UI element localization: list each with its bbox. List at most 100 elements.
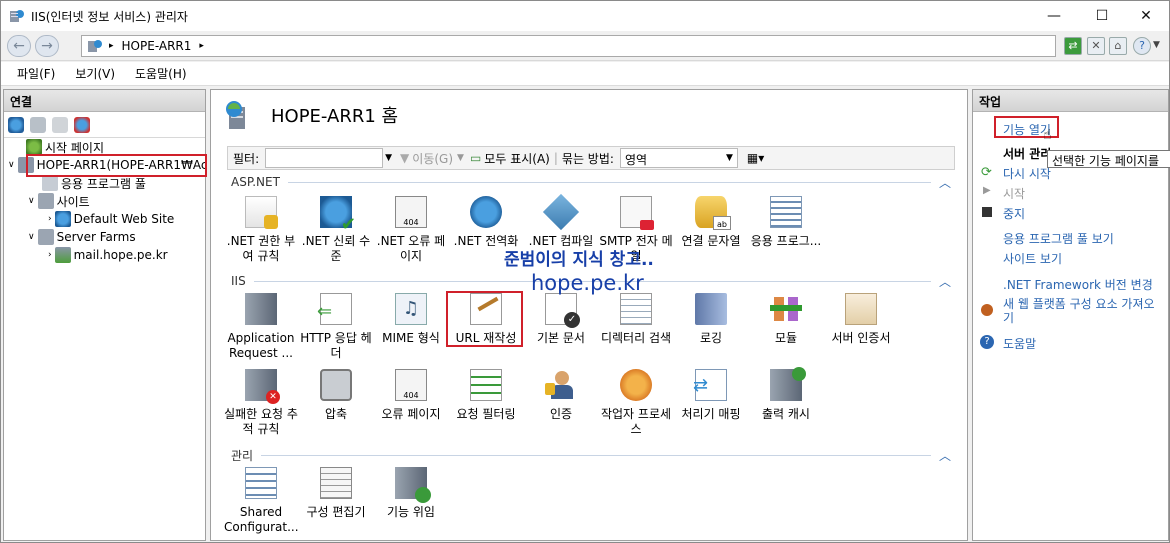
up-icon[interactable] [52, 116, 68, 133]
authentication-icon [545, 369, 577, 401]
certificate-icon [845, 293, 877, 325]
address-chevron-icon[interactable]: ▸ [199, 41, 204, 51]
connect-icon[interactable] [8, 116, 24, 133]
stop-icon[interactable]: ✕ [1087, 37, 1105, 55]
highlight-url-rewrite [446, 291, 523, 347]
refresh-icon[interactable]: ⇄ [1064, 37, 1082, 55]
feature-handler-mappings[interactable]: ⇄ 처리기 매핑 [674, 369, 748, 422]
filter-dropdown-icon[interactable]: ▼ [385, 153, 392, 163]
stop-icon [982, 207, 992, 217]
feature-request-filtering[interactable]: 요청 필터링 [449, 369, 523, 422]
tooltip: 선택한 기능 페이지를 [1047, 150, 1170, 168]
tree-item-mail-farm[interactable]: › mail.hope.pe.kr [48, 246, 168, 264]
feature-configuration-editor[interactable]: 구성 편집기 [299, 467, 373, 520]
restart-link[interactable]: 다시 시작 [1003, 165, 1051, 182]
tree-item-default-site[interactable]: › Default Web Site [48, 210, 174, 228]
config-editor-icon [320, 467, 352, 499]
feature-worker-processes[interactable]: 작업자 프로세스 [599, 369, 673, 437]
feature-arr[interactable]: Application Request ... [224, 293, 298, 361]
connections-toolbar [4, 112, 205, 138]
sites-icon [37, 193, 54, 209]
globe-icon [54, 211, 71, 227]
feature-shared-configuration[interactable]: Shared Configurat... [224, 467, 299, 535]
menu-file[interactable]: 파일(F) [17, 65, 55, 82]
disconnect-icon[interactable] [74, 116, 90, 133]
start-icon: ▶ [983, 185, 991, 196]
collapse-section-icon[interactable]: ︿ [939, 273, 951, 290]
help-dropdown-icon[interactable]: ▼ [1153, 40, 1160, 50]
maximize-button[interactable]: ☐ [1079, 1, 1125, 31]
error-404-icon: 404 [395, 369, 427, 401]
lock-document-icon [245, 196, 278, 229]
expand-icon[interactable]: › [48, 214, 52, 224]
menu-view[interactable]: 보기(V) [75, 65, 115, 82]
menu-help[interactable]: 도움말(H) [135, 65, 187, 82]
address-bar: ← → ▸ HOPE-ARR1 ▸ ⇄ ✕ ⌂ ? ▼ [1, 31, 1169, 61]
view-sites-link[interactable]: 사이트 보기 [1003, 250, 1062, 267]
address-path[interactable]: HOPE-ARR1 [122, 39, 192, 53]
get-components-link[interactable]: 새 웹 플랫폼 구성 요소 가져오기 [1003, 297, 1163, 325]
save-icon[interactable] [30, 116, 46, 133]
feature-mime-types[interactable]: ♫ MIME 형식 [374, 293, 448, 346]
group-dropdown-icon[interactable]: ▼ [726, 153, 733, 163]
home-icon[interactable]: ⌂ [1109, 37, 1127, 55]
feature-net-compilation[interactable]: .NET 컴파일 [524, 193, 598, 249]
feature-compression[interactable]: 압축 [299, 369, 373, 422]
address-separator-icon: ▸ [109, 41, 114, 51]
tree-item-sites[interactable]: ∨ 사이트 [28, 192, 90, 210]
feature-modules[interactable]: 모듈 [749, 293, 823, 346]
view-app-pools-link[interactable]: 응용 프로그램 풀 보기 [1003, 230, 1114, 247]
server-icon [88, 40, 102, 52]
expand-icon[interactable]: › [48, 250, 52, 260]
feature-delegation[interactable]: 기능 위임 [374, 467, 448, 520]
feature-net-globalization[interactable]: .NET 전역화 [449, 196, 523, 249]
content-header: HOPE-ARR1 홈 [211, 90, 967, 140]
mime-icon: ♫ [395, 293, 427, 325]
feature-failed-request-tracing[interactable]: ✕ 실패한 요청 추적 규칙 [224, 369, 298, 437]
start-link[interactable]: 시작 [1003, 185, 1025, 202]
tree-item-server-farms[interactable]: ∨ Server Farms [28, 228, 136, 246]
feature-logging[interactable]: 로깅 [674, 293, 748, 346]
stop-link[interactable]: 중지 [1003, 205, 1025, 222]
collapse-icon[interactable]: ∨ [28, 196, 35, 206]
go-button[interactable]: 이동(G) [412, 150, 453, 167]
feature-default-document[interactable]: ✓ 기본 문서 [524, 293, 598, 346]
collapse-icon[interactable]: ∨ [8, 160, 15, 170]
feature-server-certificates[interactable]: 서버 인증서 [824, 293, 898, 346]
close-button[interactable]: ✕ [1123, 1, 1169, 31]
back-button[interactable]: ← [7, 35, 31, 57]
feature-error-pages[interactable]: 404 오류 페이지 [374, 369, 448, 422]
collapse-section-icon[interactable]: ︿ [939, 447, 951, 464]
response-headers-icon: ⇐ [317, 293, 352, 325]
help-icon[interactable]: ? [1133, 37, 1151, 55]
feature-net-error-pages[interactable]: 404 .NET 오류 페이지 [374, 196, 448, 264]
filter-input[interactable] [265, 148, 384, 168]
collapse-icon[interactable]: ∨ [28, 232, 35, 242]
feature-output-caching[interactable]: 출력 캐시 [749, 367, 823, 422]
feature-directory-browsing[interactable]: 디렉터리 검색 [599, 293, 673, 346]
compression-icon [320, 369, 352, 401]
group-by-select[interactable]: 영역 [619, 148, 738, 168]
actions-header: 작업 [973, 90, 1168, 112]
collapse-section-icon[interactable]: ︿ [939, 174, 951, 191]
view-mode-icon[interactable]: ▦▾ [747, 151, 764, 165]
forward-button[interactable]: → [35, 35, 59, 57]
feature-authentication[interactable]: 인증 [524, 369, 598, 422]
toolbar-divider: | [553, 151, 558, 165]
title-bar: IIS(인터넷 정보 서비스) 관리자 — ☐ ✕ [1, 1, 1169, 31]
minimize-button[interactable]: — [1031, 1, 1077, 31]
feature-http-response-headers[interactable]: ⇐ HTTP 응답 헤더 [299, 293, 373, 361]
arr-icon [245, 293, 277, 325]
feature-connection-strings[interactable]: ab 연결 문자열 [674, 196, 748, 249]
go-dropdown-icon[interactable]: ▼ [457, 153, 464, 163]
help-icon: ? [980, 335, 994, 349]
show-all-button[interactable]: 모두 표시(A) [484, 150, 550, 167]
feature-app-settings[interactable]: 응용 프로그... [749, 196, 823, 249]
help-link[interactable]: 도움말 [1003, 335, 1036, 352]
feature-net-trust[interactable]: ✔ .NET 신뢰 수준 [299, 196, 373, 264]
feature-net-authorization[interactable]: .NET 권한 부여 규칙 [224, 196, 298, 264]
change-net-version-link[interactable]: .NET Framework 버전 변경 [1003, 276, 1153, 293]
filter-bar: 필터: ▼ ▼ 이동(G) ▼ ▭ 모두 표시(A) | 묶는 방법: 영역 ▼… [227, 146, 955, 170]
shared-config-icon [245, 467, 277, 499]
address-field[interactable]: ▸ HOPE-ARR1 ▸ [81, 35, 1056, 57]
